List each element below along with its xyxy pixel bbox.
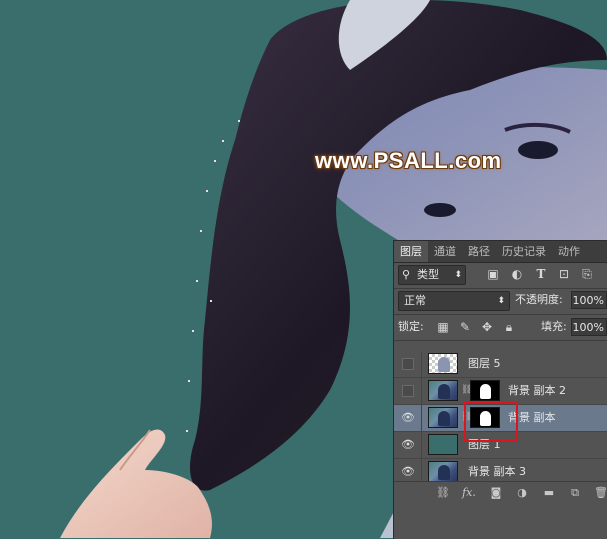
new-layer-icon[interactable]: ⧉	[568, 486, 582, 500]
lock-all-icon[interactable]: 🔒︎	[502, 320, 516, 334]
eye-icon[interactable]: 👁︎	[401, 438, 415, 452]
layer-name[interactable]: 背景 副本 2	[508, 384, 566, 398]
mask-highlight-box	[464, 402, 518, 442]
divider	[421, 405, 422, 431]
lock-pixels-icon[interactable]: ✎	[458, 320, 472, 334]
visibility-toggle-off[interactable]	[402, 385, 414, 397]
divider	[394, 340, 607, 341]
fill-input[interactable]: 100%	[571, 318, 607, 336]
panel-tabs: 图层 通道 路径 历史记录 动作	[394, 241, 607, 263]
visibility-toggle-off[interactable]	[402, 358, 414, 370]
tab-history[interactable]: 历史记录	[496, 241, 552, 262]
tab-actions[interactable]: 动作	[552, 241, 586, 262]
panel-bottom-toolbar: ⛓ fx. ◙ ◑ ▬ ⧉ 🗑︎	[394, 481, 607, 504]
figure-thumbnail-icon	[438, 465, 450, 480]
opacity-label: 不透明度:	[515, 293, 563, 306]
shape-filter-icon[interactable]: ⊡	[557, 267, 571, 281]
eye-icon[interactable]: 👁︎	[401, 465, 415, 479]
tab-channels[interactable]: 通道	[428, 241, 462, 262]
figure-thumbnail-icon	[438, 357, 450, 372]
layers-panel: 图层 通道 路径 历史记录 动作 ⚲ 类型 ⬍ ▣ ◐ T ⊡ ⎘ 正常 ⬍ 不…	[393, 240, 607, 539]
eye-icon[interactable]: 👁︎	[401, 411, 415, 425]
divider	[421, 432, 422, 458]
text-filter-icon[interactable]: T	[534, 267, 548, 281]
smart-object-filter-icon[interactable]: ⎘	[580, 267, 594, 281]
add-mask-icon[interactable]: ◙	[489, 486, 503, 500]
lock-position-icon[interactable]: ✥	[480, 320, 494, 334]
new-group-icon[interactable]: ▬	[542, 486, 556, 500]
layer-thumbnail	[428, 353, 458, 374]
updown-arrow-icon: ⬍	[497, 296, 505, 306]
tab-paths[interactable]: 路径	[462, 241, 496, 262]
layer-thumbnail	[428, 407, 458, 428]
mask-link-icon[interactable]: ⛓	[461, 385, 472, 396]
link-layers-icon[interactable]: ⛓	[436, 486, 450, 500]
filter-row: ⚲ 类型 ⬍ ▣ ◐ T ⊡ ⎘	[394, 263, 607, 287]
updown-arrow-icon: ⬍	[454, 270, 462, 280]
filter-kind-label: 类型	[417, 268, 439, 281]
opacity-input[interactable]: 100%	[571, 291, 607, 309]
watermark-text: www.PSALL.com	[315, 148, 502, 173]
blend-mode-select[interactable]: 正常 ⬍	[398, 291, 510, 311]
blend-row: 正常 ⬍ 不透明度: 100%	[394, 289, 607, 313]
layer-thumbnail	[428, 380, 458, 401]
adjustment-filter-icon[interactable]: ◐	[510, 267, 524, 281]
lock-label: 锁定:	[398, 320, 424, 333]
layer-row[interactable]: 图层 5	[394, 351, 607, 378]
figure-thumbnail-icon	[438, 384, 450, 399]
divider	[421, 351, 422, 377]
mask-figure-icon	[480, 384, 491, 399]
fx-icon[interactable]: fx.	[462, 486, 476, 500]
layer-thumbnail	[428, 434, 458, 455]
image-filter-icon[interactable]: ▣	[486, 267, 500, 281]
tab-layers[interactable]: 图层	[394, 241, 428, 262]
layer-mask-thumbnail[interactable]	[470, 380, 500, 401]
filter-kind-select[interactable]: ⚲ 类型 ⬍	[398, 265, 466, 285]
layer-row[interactable]: ⛓ 背景 副本 2	[394, 378, 607, 405]
layer-thumbnail	[428, 461, 458, 482]
figure-thumbnail-icon	[438, 411, 450, 426]
adjustment-layer-icon[interactable]: ◑	[515, 486, 529, 500]
layer-name[interactable]: 背景 副本 3	[468, 465, 526, 479]
search-icon: ⚲	[402, 268, 411, 281]
divider	[421, 378, 422, 404]
fill-label: 填充:	[541, 320, 567, 333]
lock-transparent-icon[interactable]: ▦	[436, 320, 450, 334]
lock-row: 锁定: ▦ ✎ ✥ 🔒︎ 填充: 100%	[394, 315, 607, 339]
delete-layer-icon[interactable]: 🗑︎	[594, 486, 607, 500]
blend-mode-value: 正常	[404, 294, 426, 307]
layer-name[interactable]: 图层 5	[468, 357, 501, 371]
